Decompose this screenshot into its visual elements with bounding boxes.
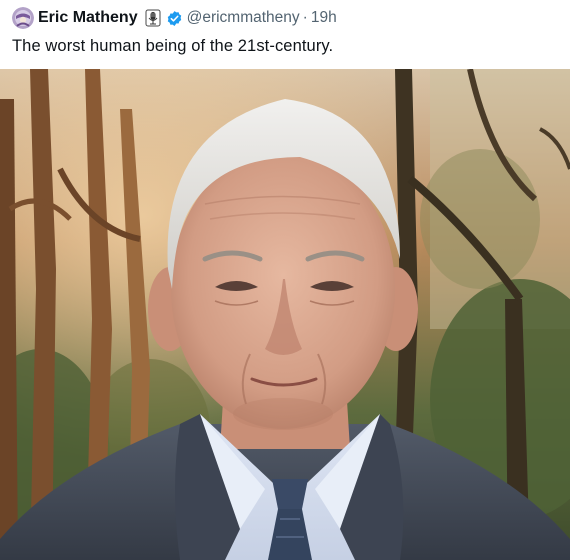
tweet-card: Eric Matheny @ericmmatheny · 19h The wor… — [0, 0, 570, 560]
tweet-header: Eric Matheny @ericmmatheny · 19h — [12, 5, 337, 31]
author-name[interactable]: Eric Matheny — [38, 9, 138, 27]
timestamp[interactable]: 19h — [311, 9, 337, 27]
tweet-photo[interactable] — [0, 69, 570, 560]
avatar[interactable] — [12, 7, 34, 29]
separator-dot: · — [302, 9, 308, 26]
author-handle[interactable]: @ericmmatheny — [187, 9, 300, 27]
microphone-icon[interactable] — [144, 9, 162, 27]
tweet-text: The worst human being of the 21st-centur… — [12, 37, 334, 55]
verified-badge-icon — [166, 10, 183, 27]
